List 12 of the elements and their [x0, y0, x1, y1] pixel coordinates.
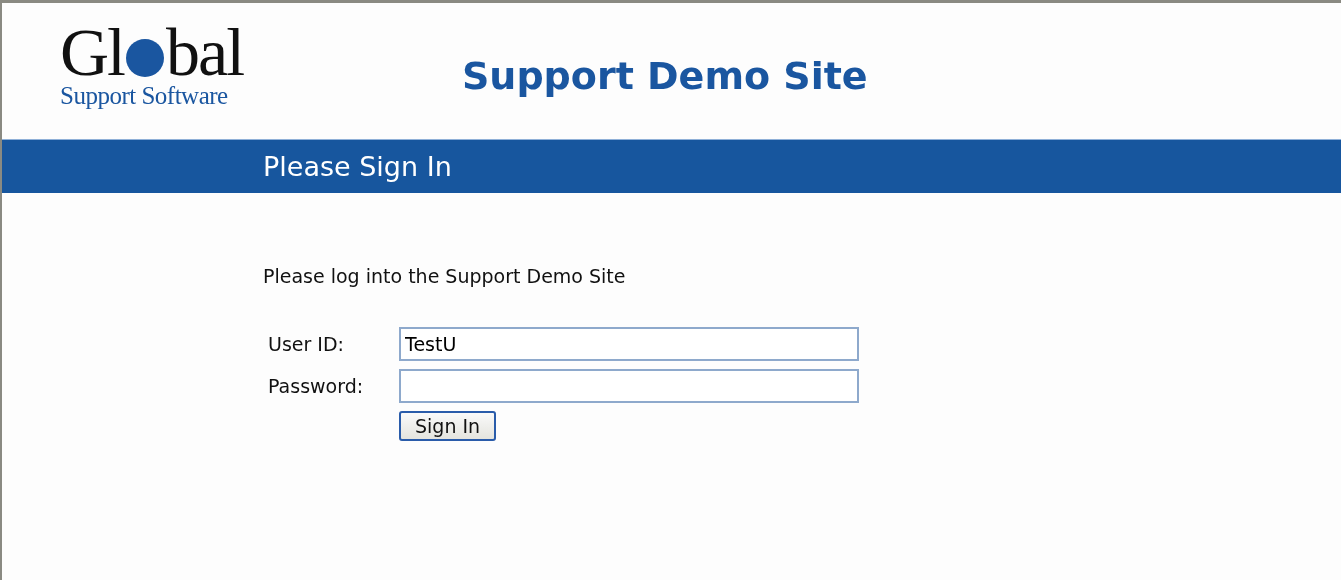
- field-label: User ID:: [268, 333, 345, 355]
- logo-dot-icon: [126, 39, 164, 77]
- input-field[interactable]: TestU: [399, 327, 859, 361]
- logo-text: Gl: [60, 21, 124, 83]
- logo-tagline: Support Software: [60, 83, 229, 109]
- section-title: Please Sign In: [263, 151, 452, 182]
- field-label: Password:: [268, 375, 365, 397]
- intro-text: Please log into the Support Demo Site: [263, 265, 627, 287]
- site-title: Support Demo Site: [462, 53, 868, 99]
- logo-text: bal: [166, 21, 244, 83]
- sign-in-button[interactable]: Sign In: [399, 411, 497, 441]
- input-field[interactable]: [399, 369, 859, 403]
